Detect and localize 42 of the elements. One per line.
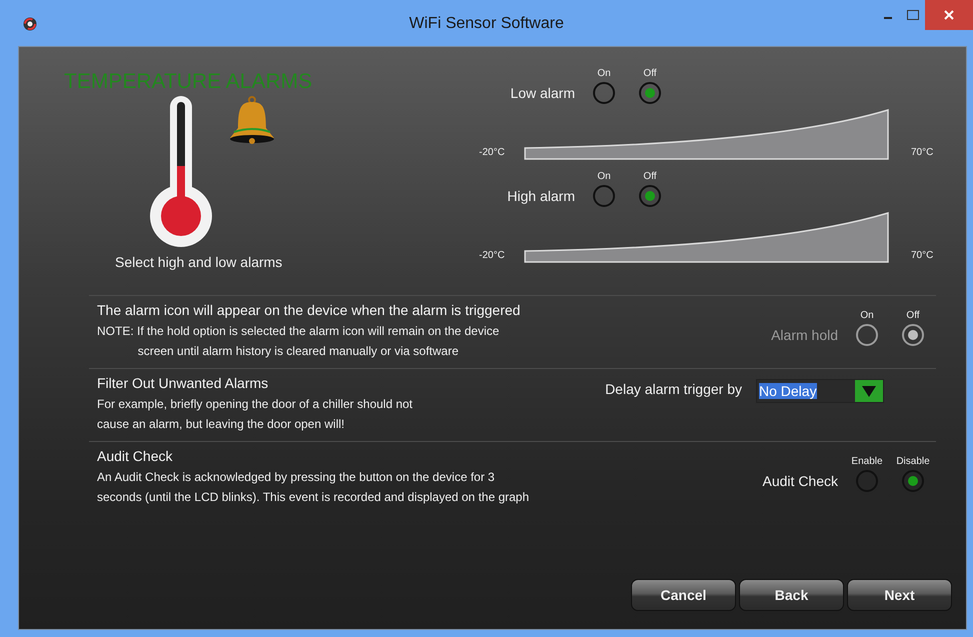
page-heading: TEMPERATURE ALARMS bbox=[64, 70, 312, 94]
radio-button[interactable] bbox=[856, 470, 878, 492]
option-label: On bbox=[597, 68, 611, 79]
min-label: -20°C bbox=[479, 250, 506, 263]
option-label: Off bbox=[906, 310, 920, 321]
delay-dropdown[interactable]: No Delay bbox=[756, 379, 884, 403]
close-button[interactable] bbox=[925, 0, 973, 30]
radio-button[interactable] bbox=[593, 185, 615, 207]
section-description: An Audit Check is acknowledged by pressing the button on the device for 3 seconds (until the LCD blinks). This event is recorded and displayed on the graph bbox=[97, 469, 530, 506]
alarm-label: High alarm bbox=[506, 188, 575, 206]
section-title: The alarm icon will appear on the device when the alarm is triggered bbox=[97, 302, 520, 318]
radio-button[interactable] bbox=[593, 82, 615, 104]
window-title: WiFi Sensor Software bbox=[409, 15, 564, 33]
radio-button[interactable] bbox=[639, 82, 661, 104]
minimize-icon bbox=[884, 17, 892, 19]
option-label: Off bbox=[643, 171, 657, 182]
control-label: Audit Check bbox=[762, 473, 838, 491]
maximize-icon bbox=[906, 10, 918, 20]
option-label: On bbox=[597, 171, 611, 182]
control-label: Alarm hold bbox=[771, 327, 838, 345]
app-icon bbox=[23, 17, 37, 31]
max-label: 70°C bbox=[911, 147, 934, 160]
radio-button[interactable] bbox=[639, 185, 661, 207]
min-label: -20°C bbox=[479, 147, 506, 160]
section-title: Filter Out Unwanted Alarms bbox=[97, 375, 268, 391]
control-label: Delay alarm trigger by bbox=[605, 381, 742, 397]
radio-button[interactable] bbox=[902, 470, 924, 492]
nav-button[interactable]: Cancel bbox=[631, 579, 736, 611]
section-title: Audit Check bbox=[97, 448, 172, 464]
section-description: NOTE: If the hold option is selected the alarm icon will remain on the device screen until alarm history is cleared manually or via software bbox=[97, 323, 500, 360]
alarm-label: Low alarm bbox=[509, 85, 575, 103]
option-label: On bbox=[860, 310, 874, 321]
nav-button[interactable]: Back bbox=[739, 579, 844, 611]
caption: Select high and low alarms bbox=[115, 254, 282, 270]
option-label: Disable bbox=[896, 456, 930, 467]
thermometer-icon bbox=[150, 96, 214, 248]
option-label: Off bbox=[643, 68, 657, 79]
option-label: Enable bbox=[851, 456, 883, 467]
close-icon bbox=[944, 10, 954, 20]
max-label: 70°C bbox=[911, 250, 934, 263]
nav-button[interactable]: Next bbox=[847, 579, 952, 611]
section-description: For example, briefly opening the door of a chiller should not cause an alarm, but leaving the door open will! bbox=[97, 396, 413, 433]
